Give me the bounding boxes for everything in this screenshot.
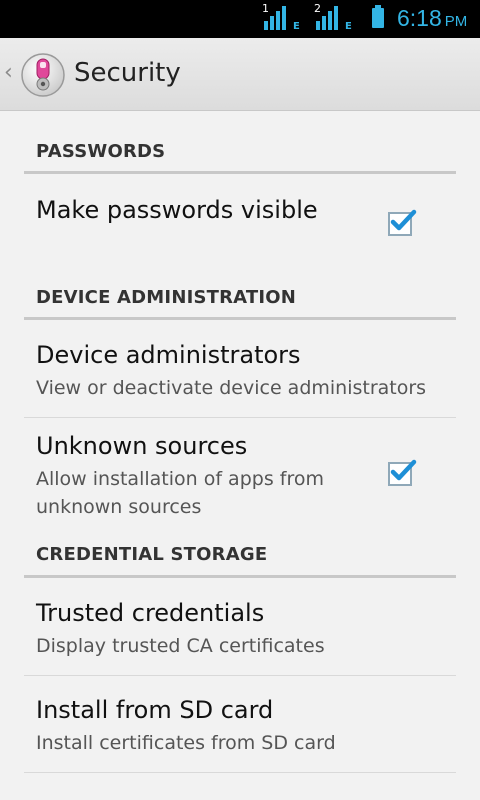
battery-icon <box>372 5 384 28</box>
clock-ampm: PM <box>444 13 468 30</box>
security-lock-icon[interactable] <box>20 52 66 98</box>
setting-title: Make passwords visible <box>36 196 318 224</box>
clock-time: 6:18 <box>397 5 442 31</box>
section-header-device-administration: DEVICE ADMINISTRATION <box>36 287 297 308</box>
signal-bars-icon <box>264 6 290 30</box>
make-passwords-visible-checkbox[interactable] <box>388 209 417 236</box>
unknown-sources-checkbox[interactable] <box>388 459 417 486</box>
back-chevron-icon[interactable]: ‹ <box>4 60 13 85</box>
setting-title: Trusted credentials <box>36 599 265 627</box>
item-divider <box>24 675 456 676</box>
sim1-network-type: E <box>293 21 300 32</box>
action-bar: ‹ Security <box>0 38 480 111</box>
page-title: Security <box>74 58 181 88</box>
checkmark-icon <box>390 459 417 481</box>
setting-subtitle: Install certificates from SD card <box>36 732 336 754</box>
checkmark-icon <box>390 209 417 231</box>
status-clock: 6:18 PM <box>397 5 467 32</box>
section-divider <box>24 317 456 320</box>
section-header-passwords: PASSWORDS <box>36 141 166 162</box>
section-header-credential-storage: CREDENTIAL STORAGE <box>36 544 268 565</box>
setting-subtitle: Allow installation of apps from unknown … <box>36 468 324 518</box>
setting-title: Unknown sources <box>36 432 248 460</box>
setting-title: Install from SD card <box>36 696 274 724</box>
signal-bars-icon <box>316 6 342 30</box>
item-divider <box>24 417 456 418</box>
status-bar: 1 E 2 E 6:18 PM <box>0 0 480 38</box>
sim2-network-type: E <box>345 21 352 32</box>
settings-list: PASSWORDS Make passwords visible DEVICE … <box>0 111 480 800</box>
setting-subtitle: Display trusted CA certificates <box>36 635 325 657</box>
section-divider <box>24 171 456 174</box>
item-divider <box>24 772 456 773</box>
setting-title: Device administrators <box>36 341 301 369</box>
section-divider <box>24 575 456 578</box>
setting-subtitle: View or deactivate device administrators <box>36 377 427 399</box>
